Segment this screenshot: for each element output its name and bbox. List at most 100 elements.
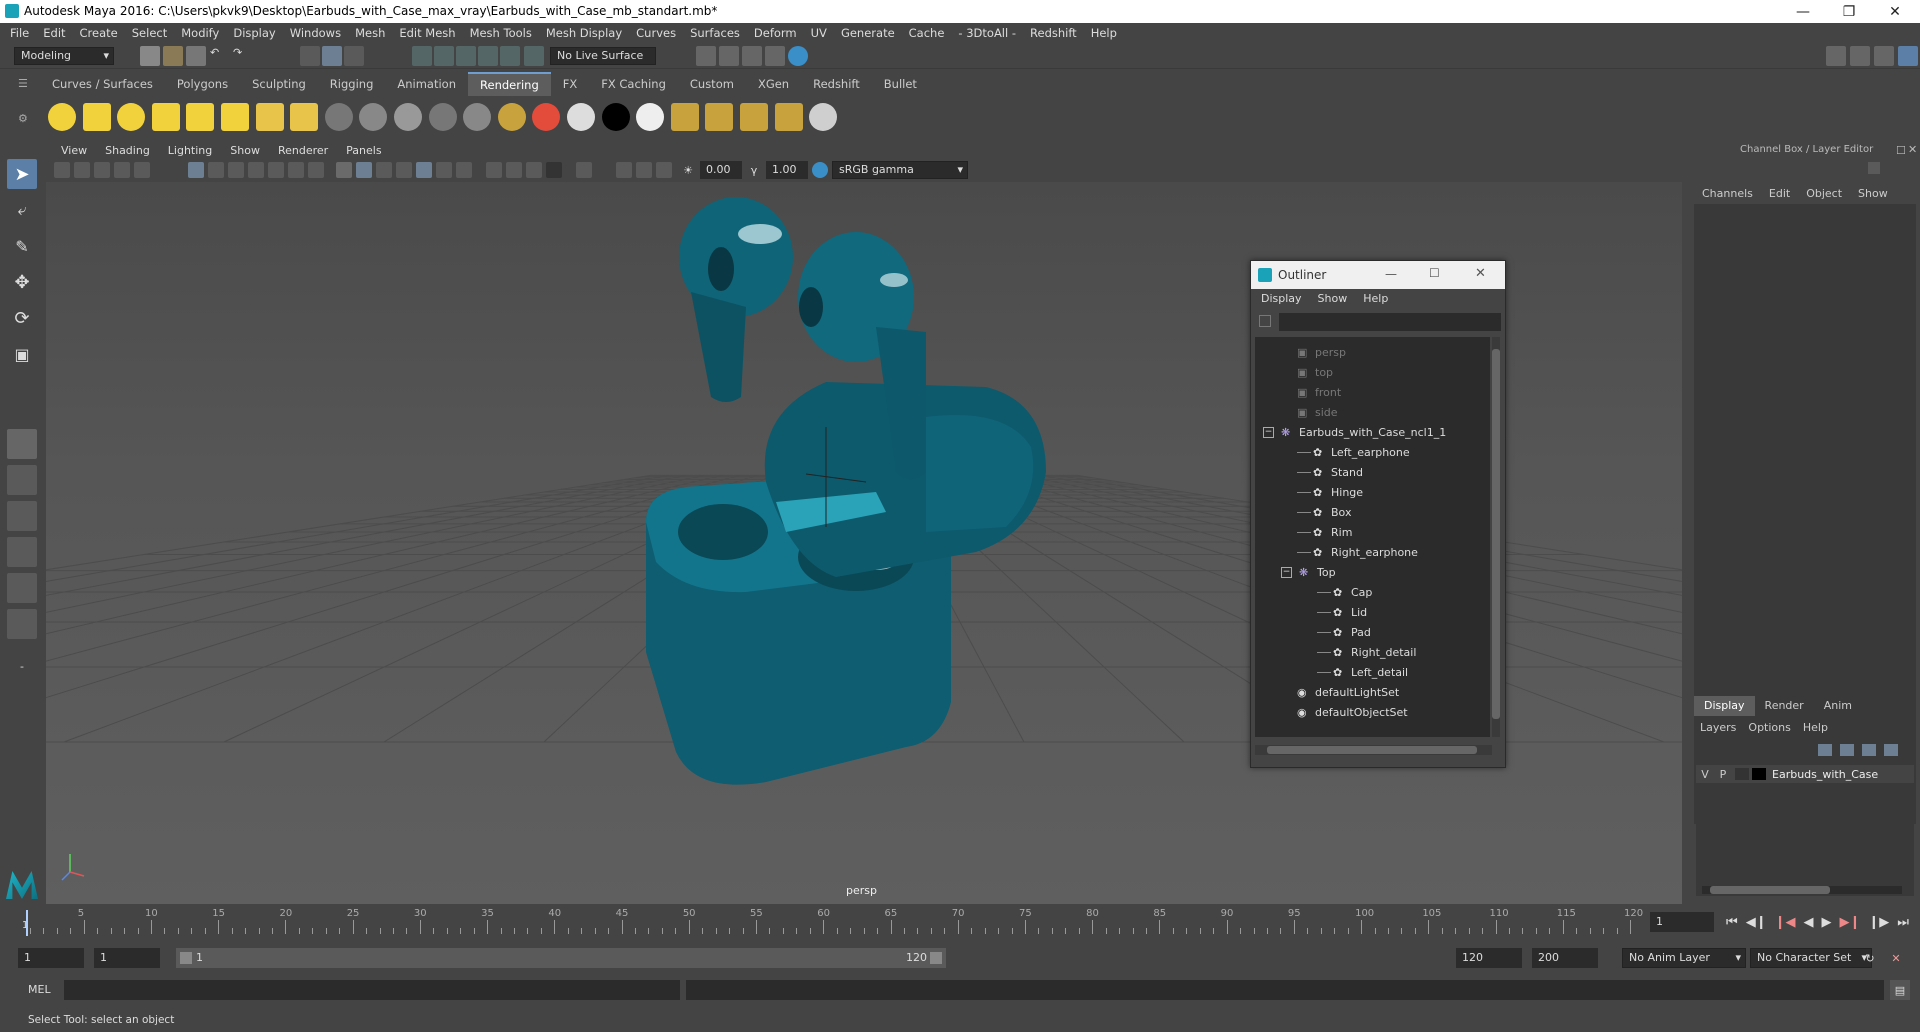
color-management-icon[interactable] [812,162,828,178]
render-layer-icon[interactable] [670,103,699,131]
step-back-icon[interactable]: ◀❙ [1746,915,1767,930]
viewport-menu-shading[interactable]: Shading [96,142,159,160]
move-tool-icon[interactable]: ✥ [7,267,37,297]
xray-joints-icon[interactable] [416,162,432,178]
select-object-icon[interactable] [322,46,342,66]
shelf-tab-fx[interactable]: FX [551,73,590,95]
redo-icon[interactable]: ↷ [233,46,253,66]
earbuds-case-model[interactable] [646,197,1046,785]
auto-key-icon[interactable]: ↻ [1860,948,1880,968]
snap-surface-icon[interactable] [500,46,520,66]
isolate-select-icon[interactable] [576,162,592,178]
render-current-icon[interactable] [696,46,716,66]
close-icon[interactable]: ✕ [1475,266,1486,281]
menu-windows[interactable]: Windows [283,23,348,43]
hypershade-icon[interactable] [765,46,785,66]
outliner-search-input[interactable] [1279,313,1501,331]
spot-light-icon[interactable] [151,103,180,131]
move-layer-up-icon[interactable] [1818,744,1832,756]
tool-settings-icon[interactable] [1874,46,1894,66]
image-plane-icon[interactable] [94,162,110,178]
menu-mesh-tools[interactable]: Mesh Tools [463,23,539,43]
viewport-menu-view[interactable]: View [52,142,96,160]
layer-menu-options[interactable]: Options [1742,721,1796,734]
layer-playback-toggle[interactable]: P [1714,768,1732,781]
snap-curve-icon[interactable] [434,46,454,66]
close-icon[interactable]: ✕ [1872,0,1918,23]
menu-surfaces[interactable]: Surfaces [683,23,747,43]
render-region-icon[interactable] [809,103,838,131]
resolution-gate-icon[interactable] [228,162,244,178]
time-slider[interactable]: 5 10 15 20 25 30 35 40 45 50 55 60 65 70 75 80 85 90 95 100… [0,906,1920,938]
scale-tool-icon[interactable]: ▣ [7,339,37,369]
shelf-settings-icon[interactable]: ⚙ [18,112,32,126]
xray-components-icon[interactable] [656,162,672,178]
two-pane-layout-icon[interactable] [7,501,37,531]
shelf-tab-bullet[interactable]: Bullet [872,73,929,95]
safe-action-icon[interactable] [288,162,304,178]
menu-mesh-display[interactable]: Mesh Display [539,23,629,43]
phong-sphere-icon[interactable] [394,103,422,131]
viewport-menu-renderer[interactable]: Renderer [269,142,337,160]
surface-shader-icon[interactable] [463,103,492,131]
black-sphere-icon[interactable] [601,103,630,131]
paint-select-icon[interactable]: ✎ [7,231,37,261]
area-light-icon[interactable] [186,103,215,131]
camera-aim-icon[interactable] [290,103,319,131]
viewport-menu-panels[interactable]: Panels [337,142,390,160]
layered-shader-icon[interactable] [532,103,561,131]
layer-type-toggle[interactable] [1735,768,1749,780]
outliner-menu-help[interactable]: Help [1355,289,1396,309]
safe-title-icon[interactable] [308,162,324,178]
menu-edit[interactable]: Edit [36,23,72,43]
select-tool-icon[interactable]: ➤ [7,159,37,189]
step-forward-icon[interactable]: ❙▶ [1868,915,1889,930]
minimize-icon[interactable]: — [1780,0,1826,23]
render-setup-icon[interactable] [705,103,734,131]
collapse-toolbox-icon[interactable]: - [7,651,37,681]
batch-render-icon[interactable] [740,103,768,131]
exposure-field[interactable]: 0.00 [700,161,742,179]
channel-box-toggle-icon[interactable] [1898,46,1918,66]
magnet-icon[interactable] [524,46,544,66]
channel-menu-edit[interactable]: Edit [1761,187,1798,200]
hypershade-layout-icon[interactable] [7,609,37,639]
menu-generate[interactable]: Generate [834,23,902,43]
layer-menu-layers[interactable]: Layers [1694,721,1742,734]
use-lights-icon[interactable] [436,162,452,178]
range-start-handle[interactable] [180,952,192,964]
outliner-hscrollbar[interactable] [1255,745,1492,755]
menu-curves[interactable]: Curves [629,23,683,43]
go-to-end-icon[interactable]: ⏭ [1897,915,1909,930]
viewport-menu-show[interactable]: Show [221,142,269,160]
menu-edit-mesh[interactable]: Edit Mesh [392,23,462,43]
save-scene-icon[interactable] [186,46,206,66]
menu-help[interactable]: Help [1084,23,1124,43]
range-bar[interactable]: 1 120 [176,948,946,968]
shelf-tab-rigging[interactable]: Rigging [318,73,386,95]
shelf-tab-redshift[interactable]: Redshift [801,73,872,95]
menu-redshift[interactable]: Redshift [1023,23,1084,43]
outliner-menu-show[interactable]: Show [1310,289,1356,309]
open-scene-icon[interactable] [163,46,183,66]
shelf-tab-xgen[interactable]: XGen [746,73,801,95]
channel-menu-object[interactable]: Object [1798,187,1850,200]
layer-color-swatch[interactable] [1752,768,1766,780]
snap-point-icon[interactable] [456,46,476,66]
ipr-render-icon[interactable] [719,46,739,66]
ambient-occlusion-icon[interactable] [486,162,502,178]
menu-cache[interactable]: Cache [902,23,952,43]
mode-selector[interactable]: Modeling ▾ [14,47,114,65]
anisotropic-sphere-icon[interactable] [428,103,457,131]
channel-menu-channels[interactable]: Channels [1694,187,1761,200]
four-pane-layout-icon[interactable] [7,465,37,495]
field-chart-icon[interactable] [268,162,284,178]
menu-select[interactable]: Select [125,23,174,43]
anim-layer-selector[interactable]: No Anim Layer ▾ [1622,948,1746,968]
shelf-tab-sculpting[interactable]: Sculpting [240,73,318,95]
shelf-tab-custom[interactable]: Custom [678,73,746,95]
filter-icon[interactable] [1259,315,1271,327]
menu-mesh[interactable]: Mesh [348,23,392,43]
outliner-vscrollbar[interactable] [1492,337,1500,737]
close-icon[interactable]: ✕ [1908,143,1917,156]
